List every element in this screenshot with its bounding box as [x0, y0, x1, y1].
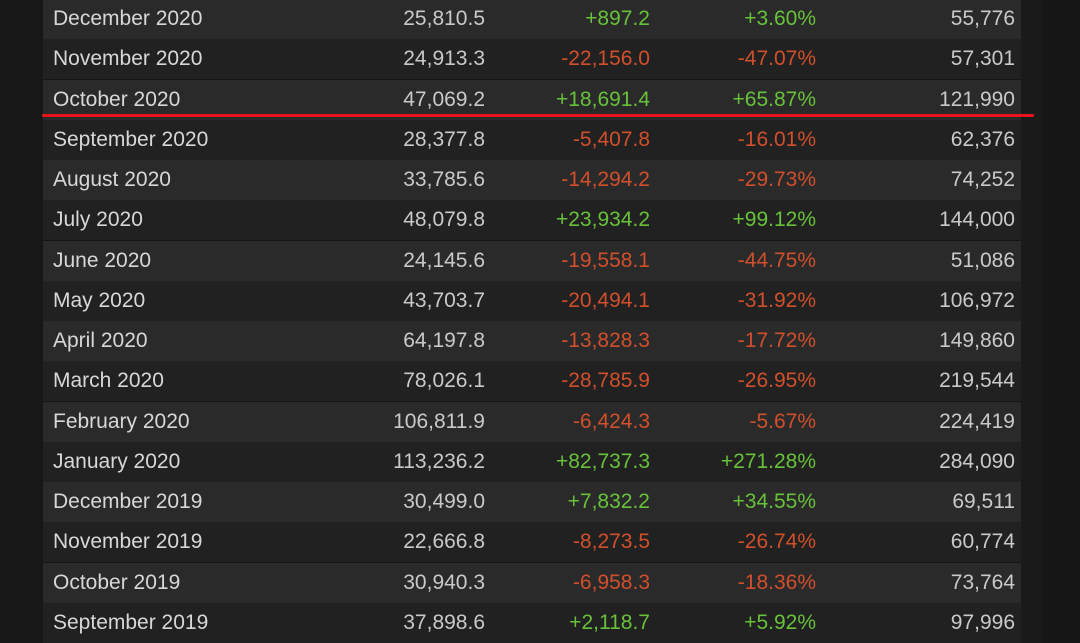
avg-players-cell: 30,940.3 — [403, 571, 485, 594]
peak-players-cell: 97,996 — [950, 611, 1015, 634]
table-row: September 2019 37,898.6 +2,118.7 +5.92% 97,9… — [43, 603, 1021, 643]
percent-gain-cell: +5.92% — [744, 611, 816, 634]
month-cell: May 2020 — [53, 289, 146, 312]
month-cell: November 2020 — [53, 47, 203, 70]
gain-cell: +897.2 — [585, 7, 650, 30]
table-row: September 2020 28,377.8 -5,407.8 -16.01% 62,… — [43, 120, 1021, 160]
gain-cell: -28,785.9 — [561, 369, 650, 392]
avg-players-cell: 43,703.7 — [403, 289, 485, 312]
avg-players-cell: 33,785.6 — [403, 168, 485, 191]
gain-cell: -6,424.3 — [572, 410, 650, 433]
avg-players-cell: 24,145.6 — [403, 249, 485, 272]
table-row: November 2019 22,666.8 -8,273.5 -26.74% 60,7… — [43, 522, 1021, 562]
peak-players-cell: 149,860 — [939, 329, 1015, 352]
gain-cell: +23,934.2 — [555, 208, 650, 231]
month-cell: December 2019 — [53, 490, 203, 513]
month-cell: September 2020 — [53, 128, 209, 151]
table-row: April 2020 64,197.8 -13,828.3 -17.72% 149,86… — [43, 321, 1021, 361]
month-cell: July 2020 — [53, 208, 143, 231]
table-row: January 2020 113,236.2 +82,737.3 +271.28% 28… — [43, 442, 1021, 482]
month-cell: June 2020 — [53, 249, 152, 272]
month-cell: November 2019 — [53, 530, 203, 553]
month-cell: December 2020 — [53, 7, 203, 30]
gain-cell: -13,828.3 — [561, 329, 650, 352]
month-cell: February 2020 — [53, 410, 190, 433]
avg-players-cell: 64,197.8 — [403, 329, 485, 352]
peak-players-cell: 219,544 — [939, 369, 1015, 392]
peak-players-cell: 55,776 — [950, 7, 1015, 30]
percent-gain-cell: +271.28% — [720, 450, 816, 473]
gain-cell: -6,958.3 — [572, 571, 650, 594]
table-row: May 2020 43,703.7 -20,494.1 -31.92% 106,972 — [43, 281, 1021, 321]
month-cell: August 2020 — [53, 168, 171, 191]
peak-players-cell: 144,000 — [939, 208, 1015, 231]
avg-players-cell: 106,811.9 — [393, 410, 485, 433]
avg-players-cell: 28,377.8 — [403, 128, 485, 151]
gain-cell: +2,118.7 — [569, 611, 650, 634]
table-row: August 2020 33,785.6 -14,294.2 -29.73% 74,25… — [43, 160, 1021, 200]
table-row: July 2020 48,079.8 +23,934.2 +99.12% 144,000 — [43, 200, 1021, 240]
peak-players-cell: 224,419 — [939, 410, 1015, 433]
peak-players-cell: 69,511 — [952, 490, 1015, 513]
gain-cell: -19,558.1 — [561, 249, 650, 272]
table-row: December 2019 30,499.0 +7,832.2 +34.55% 69,5… — [43, 482, 1021, 522]
month-cell: October 2019 — [53, 571, 181, 594]
table-row: March 2020 78,026.1 -28,785.9 -26.95% 219,54… — [43, 361, 1021, 401]
percent-gain-cell: +99.12% — [732, 208, 817, 231]
percent-gain-cell: +34.55% — [732, 490, 817, 513]
percent-gain-cell: -31.92% — [737, 289, 816, 312]
percent-gain-cell: -16.01% — [737, 128, 816, 151]
table-row: February 2020 106,811.9 -6,424.3 -5.67% 224,… — [43, 402, 1021, 442]
gain-cell: +7,832.2 — [567, 490, 650, 513]
peak-players-cell: 51,086 — [950, 249, 1015, 272]
avg-players-cell: 30,499.0 — [403, 490, 485, 513]
avg-players-cell: 113,236.2 — [393, 450, 485, 473]
peak-players-cell: 106,972 — [939, 289, 1015, 312]
player-stats-table: December 2020 25,810.5 +897.2 +3.60% 55,776 N… — [43, 0, 1021, 643]
percent-gain-cell: +3.60% — [744, 7, 816, 30]
percent-gain-cell: -5.67% — [749, 410, 816, 433]
highlight-divider-line — [42, 114, 1034, 117]
month-cell: September 2019 — [53, 611, 209, 634]
peak-players-cell: 57,301 — [950, 47, 1015, 70]
avg-players-cell: 48,079.8 — [403, 208, 485, 231]
table-row: October 2019 30,940.3 -6,958.3 -18.36% 73,76… — [43, 563, 1021, 603]
table-row: June 2020 24,145.6 -19,558.1 -44.75% 51,086 — [43, 241, 1021, 281]
percent-gain-cell: -18.36% — [737, 571, 816, 594]
percent-gain-cell: -26.74% — [737, 530, 816, 553]
table-row: December 2020 25,810.5 +897.2 +3.60% 55,776 — [43, 0, 1021, 39]
avg-players-cell: 37,898.6 — [403, 611, 485, 634]
gain-cell: -14,294.2 — [561, 168, 650, 191]
peak-players-cell: 74,252 — [950, 168, 1015, 191]
peak-players-cell: 73,764 — [950, 571, 1015, 594]
right-edge — [1042, 0, 1080, 643]
percent-gain-cell: -26.95% — [737, 369, 816, 392]
gain-cell: -20,494.1 — [561, 289, 650, 312]
percent-gain-cell: -47.07% — [737, 47, 816, 70]
avg-players-cell: 25,810.5 — [403, 7, 485, 30]
left-margin — [0, 0, 43, 643]
table-row: November 2020 24,913.3 -22,156.0 -47.07% 57,… — [43, 39, 1021, 79]
month-cell: January 2020 — [53, 450, 181, 473]
gain-cell: -8,273.5 — [572, 530, 650, 553]
percent-gain-cell: -44.75% — [737, 249, 816, 272]
peak-players-cell: 60,774 — [950, 530, 1015, 553]
gain-cell: -5,407.8 — [572, 128, 650, 151]
peak-players-cell: 62,376 — [950, 128, 1015, 151]
avg-players-cell: 22,666.8 — [403, 530, 485, 553]
percent-gain-cell: -17.72% — [737, 329, 816, 352]
month-cell: March 2020 — [53, 369, 164, 392]
percent-gain-cell: -29.73% — [737, 168, 816, 191]
avg-players-cell: 78,026.1 — [403, 369, 485, 392]
gain-cell: -22,156.0 — [561, 47, 650, 70]
month-cell: April 2020 — [53, 329, 148, 352]
gain-cell: +82,737.3 — [555, 450, 650, 473]
peak-players-cell: 284,090 — [939, 450, 1015, 473]
avg-players-cell: 24,913.3 — [403, 47, 485, 70]
